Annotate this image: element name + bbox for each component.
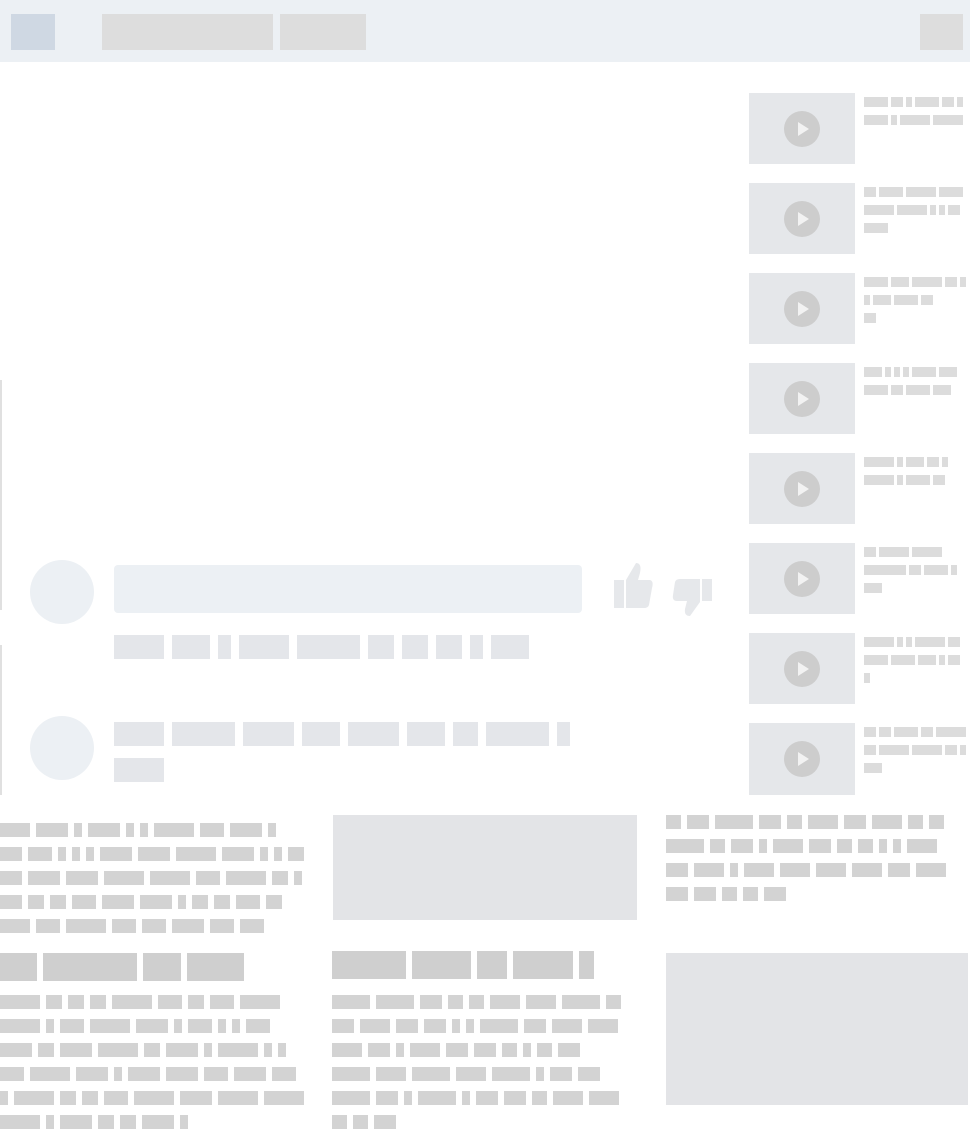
comment-text-placeholder: [114, 722, 578, 746]
related-video-thumbnail[interactable]: [749, 183, 855, 254]
thumbs-down-icon[interactable]: [672, 577, 714, 617]
text-line-placeholder: [332, 1115, 632, 1129]
related-video-title-placeholder: [864, 277, 969, 287]
text-line-placeholder: [332, 1043, 632, 1057]
play-icon: [784, 561, 820, 597]
image-placeholder: [666, 953, 968, 1105]
text-line-placeholder: [0, 919, 310, 933]
section-heading-placeholder: [0, 953, 250, 981]
related-video-title-placeholder: [864, 475, 948, 485]
text-line-placeholder: [0, 823, 310, 837]
related-video-title-placeholder: [864, 583, 885, 593]
related-video-thumbnail[interactable]: [749, 633, 855, 704]
thumbs-up-icon[interactable]: [612, 560, 654, 610]
related-video-title-placeholder: [864, 313, 879, 323]
related-video-title-placeholder: [864, 295, 936, 305]
related-video-title-placeholder: [864, 457, 951, 467]
related-video-title-placeholder: [864, 637, 963, 647]
play-icon: [784, 381, 820, 417]
play-icon: [784, 741, 820, 777]
text-line-placeholder: [332, 1067, 632, 1081]
related-video-title-placeholder: [864, 115, 966, 125]
text-line-placeholder: [666, 839, 966, 853]
text-line-placeholder: [332, 1091, 632, 1105]
comment-avatar-placeholder[interactable]: [30, 716, 94, 780]
related-video-title-placeholder: [864, 727, 969, 737]
related-video-thumbnail[interactable]: [749, 723, 855, 795]
text-line-placeholder: [0, 1019, 310, 1033]
section-heading-placeholder: [332, 951, 600, 979]
video-title-placeholder: [114, 565, 582, 613]
related-video-thumbnail[interactable]: [749, 453, 855, 524]
related-video-title-placeholder: [864, 223, 891, 233]
related-video-title-placeholder: [864, 385, 954, 395]
text-line-placeholder: [666, 863, 966, 877]
related-video-title-placeholder: [864, 565, 960, 575]
related-video-title-placeholder: [864, 367, 960, 377]
text-line-placeholder: [666, 815, 966, 829]
text-line-placeholder: [0, 1115, 310, 1129]
scroll-edge: [0, 380, 2, 610]
search-placeholder[interactable]: [102, 14, 273, 50]
channel-avatar-placeholder[interactable]: [30, 560, 94, 624]
video-player-placeholder[interactable]: [0, 62, 740, 542]
related-video-thumbnail[interactable]: [749, 273, 855, 344]
related-video-title-placeholder: [864, 205, 963, 215]
related-video-thumbnail[interactable]: [749, 363, 855, 434]
text-line-placeholder: [332, 995, 632, 1009]
related-video-title-placeholder: [864, 97, 966, 107]
play-icon: [784, 471, 820, 507]
play-icon: [784, 201, 820, 237]
text-line-placeholder: [0, 871, 310, 885]
image-placeholder: [333, 815, 637, 920]
related-video-thumbnail[interactable]: [749, 93, 855, 164]
text-line-placeholder: [0, 995, 310, 1009]
text-line-placeholder: [0, 895, 310, 909]
related-video-title-placeholder: [864, 187, 966, 197]
related-video-title-placeholder: [864, 655, 963, 665]
text-line-placeholder: [0, 1043, 310, 1057]
related-video-title-placeholder: [864, 673, 873, 683]
scroll-edge: [0, 645, 2, 795]
text-line-placeholder: [666, 887, 966, 901]
text-line-placeholder: [0, 847, 310, 861]
related-video-title-placeholder: [864, 745, 969, 755]
related-video-title-placeholder: [864, 763, 885, 773]
text-line-placeholder: [0, 1067, 310, 1081]
account-placeholder[interactable]: [920, 14, 963, 50]
video-meta-placeholder: [114, 635, 537, 659]
text-line-placeholder: [0, 1091, 310, 1105]
text-line-placeholder: [332, 1019, 632, 1033]
search-button-placeholder[interactable]: [280, 14, 366, 50]
related-video-thumbnail[interactable]: [749, 543, 855, 614]
play-icon: [784, 291, 820, 327]
related-video-title-placeholder: [864, 547, 970, 575]
comment-text-placeholder: [114, 758, 172, 782]
play-icon: [784, 111, 820, 147]
logo-placeholder[interactable]: [11, 14, 55, 50]
play-icon: [784, 651, 820, 687]
